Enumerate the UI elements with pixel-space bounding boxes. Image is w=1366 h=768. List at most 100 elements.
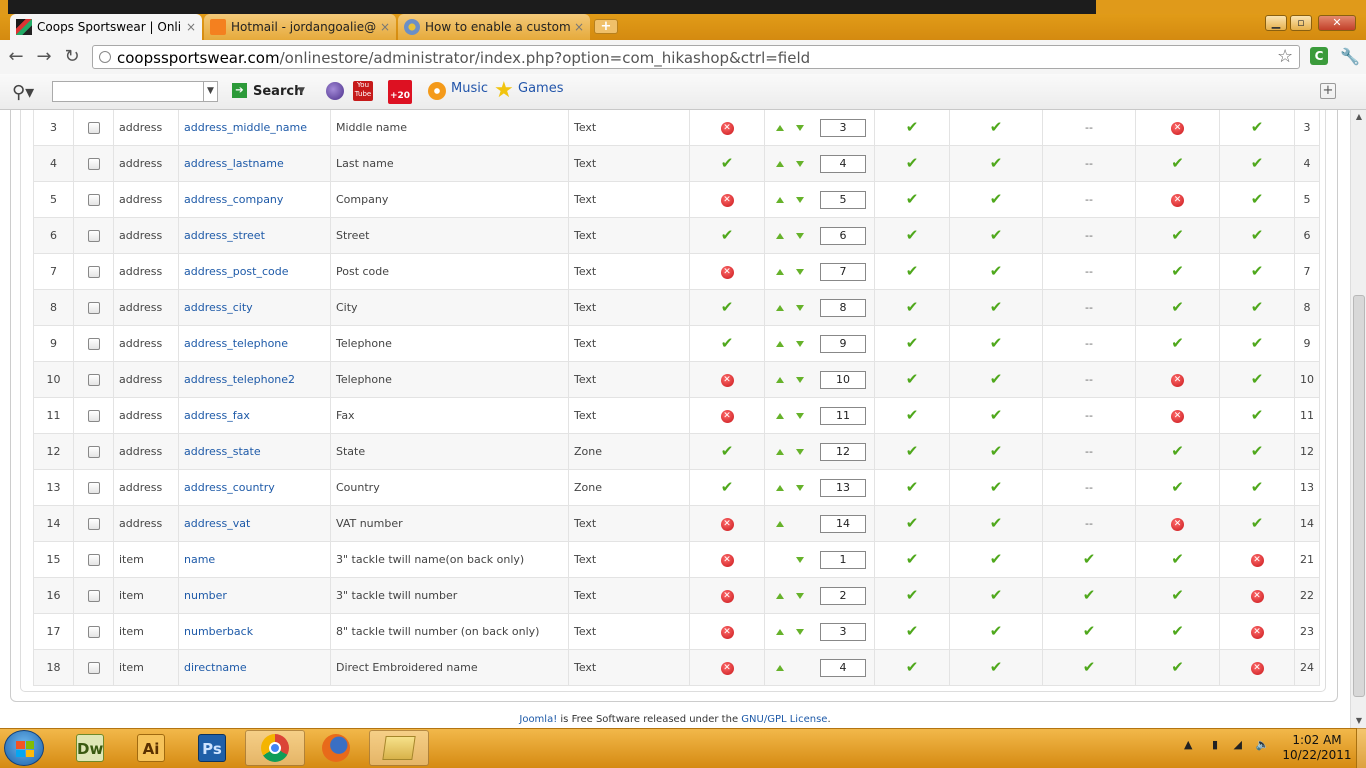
check-icon[interactable]: ✔ [721, 444, 734, 459]
check-icon[interactable]: ✔ [990, 300, 1003, 315]
row-checkbox[interactable] [87, 518, 100, 530]
check-icon[interactable]: ✔ [990, 228, 1003, 243]
field-column-link[interactable]: address_lastname [184, 157, 284, 170]
check-icon[interactable]: ✔ [906, 408, 919, 423]
check-icon[interactable]: ✔ [1083, 660, 1096, 675]
order-input[interactable]: 10 [820, 370, 866, 389]
field-column-link[interactable]: address_post_code [184, 265, 289, 278]
row-checkbox[interactable] [87, 590, 100, 602]
youtube-icon[interactable]: You Tube [353, 81, 373, 101]
minimize-button[interactable]: ▁ [1265, 15, 1287, 31]
search-button[interactable]: Search [253, 84, 303, 99]
check-icon[interactable]: ✔ [1251, 516, 1264, 531]
gpl-license-link[interactable]: GNU/GPL License [741, 714, 827, 725]
check-icon[interactable]: ✔ [990, 156, 1003, 171]
music-link[interactable]: Music [451, 81, 488, 96]
check-icon[interactable]: ✔ [1171, 660, 1184, 675]
row-checkbox[interactable] [87, 194, 100, 206]
order-input[interactable]: 1 [820, 550, 866, 569]
battery-icon[interactable]: ▮ [1212, 738, 1218, 751]
toolbar-add-icon[interactable]: + [1320, 83, 1336, 99]
check-icon[interactable]: ✔ [1171, 336, 1184, 351]
move-up-icon[interactable] [776, 304, 784, 311]
field-column-link[interactable]: address_vat [184, 517, 250, 530]
check-icon[interactable]: ✔ [1251, 300, 1264, 315]
check-icon[interactable]: ✔ [906, 516, 919, 531]
field-column-link[interactable]: address_telephone [184, 337, 288, 350]
row-checkbox[interactable] [87, 446, 100, 458]
check-icon[interactable]: ✔ [1171, 480, 1184, 495]
move-down-icon[interactable] [796, 556, 804, 563]
check-icon[interactable]: ✔ [1171, 624, 1184, 639]
move-up-icon[interactable] [776, 196, 784, 203]
check-icon[interactable]: ✔ [906, 444, 919, 459]
check-icon[interactable]: ✔ [990, 552, 1003, 567]
check-icon[interactable]: ✔ [906, 372, 919, 387]
check-icon[interactable]: ✔ [990, 444, 1003, 459]
row-checkbox[interactable] [87, 122, 100, 134]
check-icon[interactable]: ✔ [1083, 552, 1096, 567]
system-clock[interactable]: 1:02 AM 10/22/2011 [1282, 733, 1352, 763]
error-icon[interactable]: ✕ [720, 626, 734, 639]
move-down-icon[interactable] [796, 484, 804, 491]
tab-close-icon[interactable]: × [186, 20, 196, 34]
row-checkbox[interactable] [87, 302, 100, 314]
error-icon[interactable]: ✕ [1171, 518, 1184, 531]
row-checkbox[interactable] [87, 554, 100, 566]
field-column-link[interactable]: address_country [184, 481, 275, 494]
row-checkbox[interactable] [87, 410, 100, 422]
error-icon[interactable]: ✕ [1171, 194, 1184, 207]
error-icon[interactable]: ✕ [720, 554, 734, 567]
order-input[interactable]: 3 [820, 622, 866, 641]
games-link[interactable]: Games [518, 81, 563, 96]
check-icon[interactable]: ✔ [1171, 552, 1184, 567]
check-icon[interactable]: ✔ [1251, 408, 1264, 423]
move-up-icon[interactable] [776, 268, 784, 275]
search-go-icon[interactable]: ➔ [232, 83, 247, 98]
check-icon[interactable]: ✔ [990, 264, 1003, 279]
new-tab-button[interactable]: + [594, 19, 618, 34]
move-up-icon[interactable] [776, 592, 784, 599]
taskbar-chrome[interactable] [245, 730, 305, 766]
check-icon[interactable]: ✔ [1171, 228, 1184, 243]
maximize-button[interactable]: ▫ [1290, 15, 1312, 31]
order-input[interactable]: 6 [820, 226, 866, 245]
move-up-icon[interactable] [776, 448, 784, 455]
taskbar-dreamweaver[interactable]: Dw [60, 730, 120, 766]
check-icon[interactable]: ✔ [1251, 264, 1264, 279]
error-icon[interactable]: ✕ [720, 194, 734, 207]
check-icon[interactable]: ✔ [906, 552, 919, 567]
move-down-icon[interactable] [796, 232, 804, 239]
gift-badge-icon[interactable]: +20 [388, 80, 412, 104]
field-column-link[interactable]: address_telephone2 [184, 373, 295, 386]
field-column-link[interactable]: address_middle_name [184, 121, 307, 134]
check-icon[interactable]: ✔ [906, 228, 919, 243]
error-icon[interactable]: ✕ [720, 518, 734, 531]
check-icon[interactable]: ✔ [1171, 156, 1184, 171]
order-input[interactable]: 8 [820, 298, 866, 317]
move-down-icon[interactable] [796, 340, 804, 347]
check-icon[interactable]: ✔ [990, 120, 1003, 135]
row-checkbox[interactable] [87, 662, 100, 674]
move-up-icon[interactable] [776, 340, 784, 347]
move-down-icon[interactable] [796, 160, 804, 167]
check-icon[interactable]: ✔ [1251, 372, 1264, 387]
check-icon[interactable]: ✔ [721, 156, 734, 171]
close-window-button[interactable]: ✕ [1318, 15, 1356, 31]
volume-icon[interactable]: 🔈 [1256, 738, 1270, 751]
check-icon[interactable]: ✔ [721, 336, 734, 351]
move-down-icon[interactable] [796, 628, 804, 635]
check-icon[interactable]: ✔ [990, 336, 1003, 351]
error-icon[interactable]: ✕ [1250, 554, 1264, 567]
tab-close-icon[interactable]: × [574, 20, 584, 34]
check-icon[interactable]: ✔ [1251, 192, 1264, 207]
wrench-menu-icon[interactable]: 🔧 [1340, 47, 1360, 67]
check-icon[interactable]: ✔ [1083, 588, 1096, 603]
check-icon[interactable]: ✔ [1171, 588, 1184, 603]
row-checkbox[interactable] [87, 374, 100, 386]
check-icon[interactable]: ✔ [990, 660, 1003, 675]
order-input[interactable]: 9 [820, 334, 866, 353]
check-icon[interactable]: ✔ [1171, 264, 1184, 279]
field-column-link[interactable]: number [184, 589, 227, 602]
network-signal-icon[interactable]: ◢ [1234, 738, 1242, 751]
